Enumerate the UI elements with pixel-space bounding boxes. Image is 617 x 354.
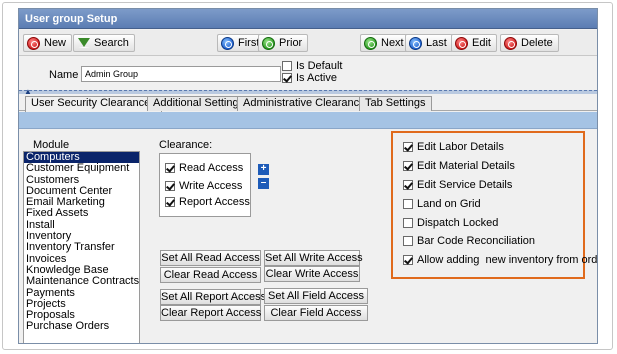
list-item[interactable]: Maintenance Contracts <box>24 276 139 287</box>
edit-button[interactable]: Edit <box>451 34 497 52</box>
read-access-check[interactable] <box>165 163 175 173</box>
edit-labor-details-check[interactable] <box>403 142 413 152</box>
report-access-checkbox[interactable]: Report Access <box>165 196 250 208</box>
clear-field-access-button[interactable]: Clear Field Access <box>264 305 368 321</box>
title-bar: User group Setup <box>19 9 597 29</box>
edit-labor-details-label: Edit Labor Details <box>417 141 504 153</box>
edit-service-details-check[interactable] <box>403 180 413 190</box>
write-access-label: Write Access <box>179 180 243 192</box>
bar-code-reconciliation-check[interactable] <box>403 236 413 246</box>
options-panel: Edit Labor Details Edit Material Details… <box>391 131 597 279</box>
prior-label: Prior <box>279 37 303 49</box>
first-label: First <box>238 37 260 49</box>
land-on-grid-checkbox[interactable]: Land on Grid <box>403 198 481 210</box>
set-all-read-access-button[interactable]: Set All Read Access <box>160 250 261 266</box>
header-area: Name Admin Group Is Default Is Active <box>19 57 597 89</box>
edit-icon <box>455 36 468 50</box>
write-access-check[interactable] <box>165 181 175 191</box>
delete-label: Delete <box>521 37 553 49</box>
user-group-setup-window: User group Setup New Search First Prior … <box>18 8 598 344</box>
dispatch-locked-check[interactable] <box>403 218 413 228</box>
module-list[interactable]: Computers Customer Equipment Customers D… <box>23 151 140 343</box>
tab-administrative-clearances[interactable]: Administrative Clearances <box>237 96 377 111</box>
clear-report-access-button[interactable]: Clear Report Access <box>160 305 261 321</box>
tab-tab-settings[interactable]: Tab Settings <box>359 96 432 111</box>
tab-strip: User Security Clearances Additional Sett… <box>19 95 597 112</box>
list-item[interactable]: Purchase Orders <box>24 321 139 332</box>
section-band <box>19 112 597 129</box>
read-access-checkbox[interactable]: Read Access <box>165 162 243 174</box>
edit-service-details-checkbox[interactable]: Edit Service Details <box>403 179 512 191</box>
new-button[interactable]: New <box>23 34 73 52</box>
collapse-minus-button[interactable]: – <box>258 178 269 189</box>
name-label: Name <box>49 69 79 81</box>
first-icon <box>221 36 234 50</box>
is-active-checkbox[interactable]: Is Active <box>282 72 337 84</box>
dispatch-locked-checkbox[interactable]: Dispatch Locked <box>403 217 498 229</box>
dispatch-locked-label: Dispatch Locked <box>417 217 499 229</box>
is-default-check[interactable] <box>282 61 292 71</box>
edit-material-details-check[interactable] <box>403 161 413 171</box>
set-all-field-access-button[interactable]: Set All Field Access <box>264 288 368 304</box>
is-default-label: Is Default <box>296 60 343 72</box>
expand-plus-button[interactable]: + <box>258 164 269 175</box>
window-title: User group Setup <box>25 13 118 25</box>
set-all-report-access-button[interactable]: Set All Report Access <box>160 289 266 305</box>
toolbar: New Search First Prior Next Last Edit De… <box>19 30 597 56</box>
delete-button[interactable]: Delete <box>500 34 559 52</box>
edit-material-details-label: Edit Material Details <box>417 160 515 172</box>
is-active-check[interactable] <box>282 73 292 83</box>
edit-labor-details-checkbox[interactable]: Edit Labor Details <box>403 141 504 153</box>
read-access-label: Read Access <box>179 162 244 174</box>
set-all-write-access-button[interactable]: Set All Write Access <box>264 250 363 266</box>
bar-code-reconciliation-label: Bar Code Reconciliation <box>417 235 536 247</box>
last-icon <box>409 36 422 50</box>
search-label: Search <box>94 37 129 49</box>
allow-new-inventory-check[interactable] <box>403 255 413 265</box>
land-on-grid-label: Land on Grid <box>417 198 481 210</box>
clearance-box: Read Access Write Access Report Access <box>159 153 251 217</box>
next-icon <box>364 36 377 50</box>
write-access-checkbox[interactable]: Write Access <box>165 180 242 192</box>
name-field[interactable]: Admin Group <box>81 66 281 82</box>
is-default-checkbox[interactable]: Is Default <box>282 60 342 72</box>
allow-new-inventory-label: Allow adding new inventory from orders <box>417 254 598 266</box>
next-label: Next <box>381 37 404 49</box>
splitter[interactable] <box>19 90 597 94</box>
report-access-label: Report Access <box>179 196 250 208</box>
clear-read-access-button[interactable]: Clear Read Access <box>160 267 261 283</box>
new-icon <box>27 36 40 50</box>
tab-user-security-clearances[interactable]: User Security Clearances <box>25 96 162 112</box>
clearance-label: Clearance: <box>159 139 213 151</box>
land-on-grid-check[interactable] <box>403 199 413 209</box>
last-label: Last <box>426 37 447 49</box>
tab-additional-settings[interactable]: Additional Settings <box>147 96 251 111</box>
delete-icon <box>504 36 517 50</box>
report-access-check[interactable] <box>165 197 175 207</box>
module-label: Module <box>33 139 70 151</box>
allow-new-inventory-checkbox[interactable]: Allow adding new inventory from orders <box>403 254 598 266</box>
edit-service-details-label: Edit Service Details <box>417 179 513 191</box>
edit-material-details-checkbox[interactable]: Edit Material Details <box>403 160 515 172</box>
search-button[interactable]: Search <box>73 34 135 52</box>
is-active-label: Is Active <box>296 72 337 84</box>
clear-write-access-button[interactable]: Clear Write Access <box>264 266 360 282</box>
funnel-icon <box>77 37 90 50</box>
prior-icon <box>262 36 275 50</box>
list-item[interactable]: Inventory Transfer <box>24 242 139 253</box>
edit-label: Edit <box>472 37 491 49</box>
prior-button[interactable]: Prior <box>258 34 309 52</box>
new-label: New <box>44 37 67 49</box>
last-button[interactable]: Last <box>405 34 453 52</box>
list-item[interactable]: Customer Equipment <box>24 163 139 174</box>
next-button[interactable]: Next <box>360 34 410 52</box>
bar-code-reconciliation-checkbox[interactable]: Bar Code Reconciliation <box>403 235 535 247</box>
